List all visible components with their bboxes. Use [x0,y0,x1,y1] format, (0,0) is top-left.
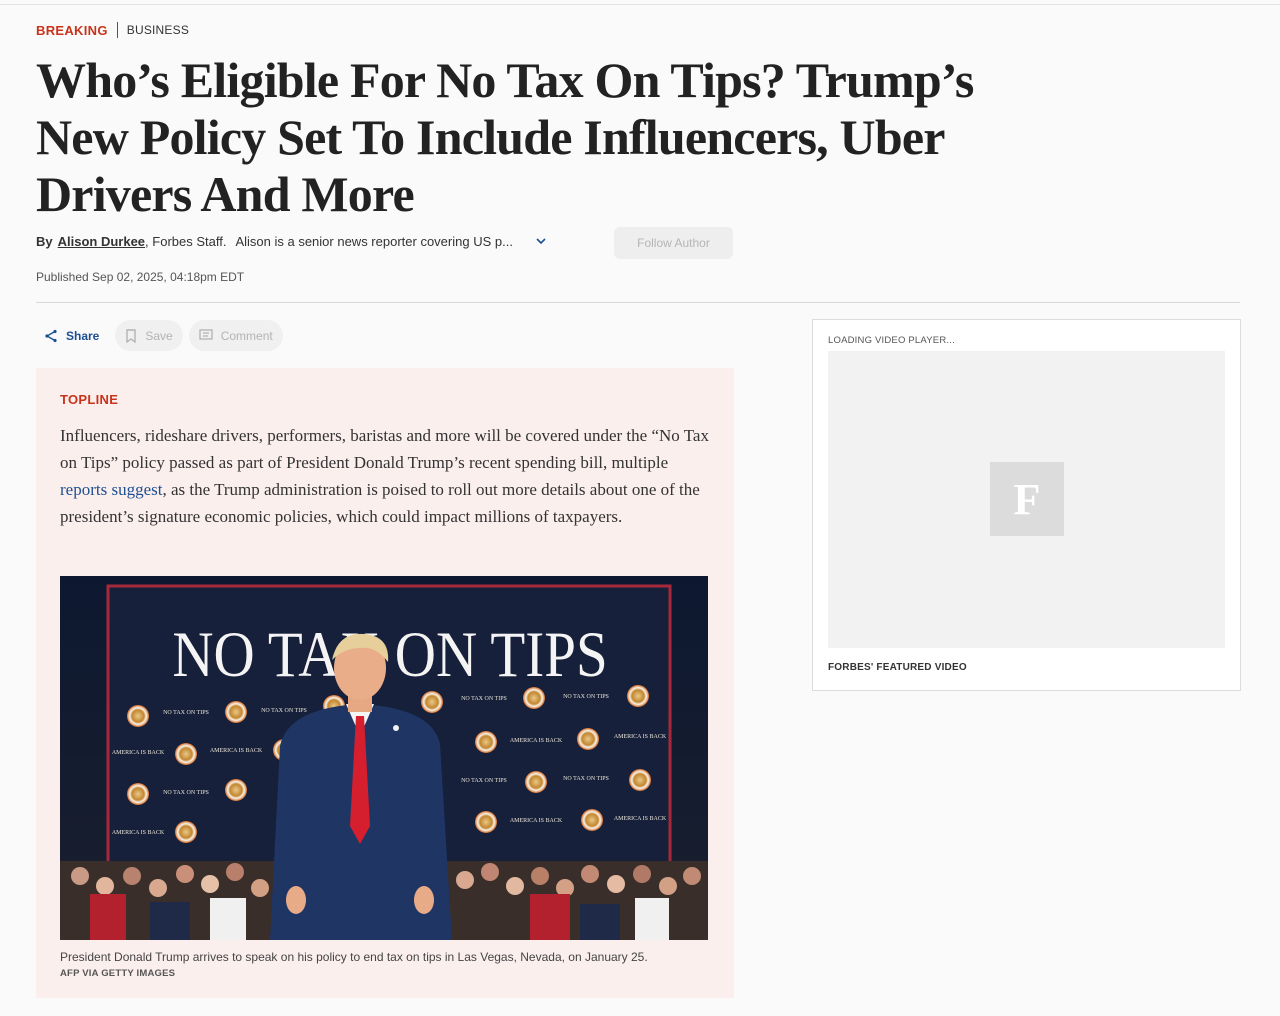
seal-label: NO TAX ON TIPS [461,696,507,702]
seal-label: NO TAX ON TIPS [163,710,209,716]
header-divider [36,302,1240,303]
seal-label: NO TAX ON TIPS [563,694,609,700]
chevron-down-icon[interactable] [535,236,547,248]
comment-icon [199,329,213,340]
share-icon [45,329,57,342]
author-link[interactable]: Alison Durkee [58,234,145,249]
seal-label: NO TAX ON TIPS [261,708,307,714]
topline-label: TOPLINE [60,392,119,407]
seal-label: NO TAX ON TIPS [461,778,507,784]
seal-label: AMERICA IS BACK [112,830,165,836]
trump-rally-image: NO TAX ON TIPS NO TAX ON TIPS NO TAX ON … [60,576,708,940]
topline-text: Influencers, rideshare drivers, performe… [60,422,712,530]
seal-label: AMERICA IS BACK [614,734,667,740]
comment-button[interactable]: Comment [188,320,283,351]
bookmark-icon [126,328,137,343]
byline: By Alison Durkee , Forbes Staff. Alison … [36,234,547,249]
seal-label: AMERICA IS BACK [112,750,165,756]
headline: Who’s Eligible For No Tax On Tips? Trump… [36,52,974,222]
seal-label: AMERICA IS BACK [210,748,263,754]
seal-label: NO TAX ON TIPS [563,776,609,782]
seal-label: AMERICA IS BACK [614,816,667,822]
category-divider [116,22,118,38]
video-player[interactable]: F [828,351,1225,648]
breaking-label[interactable]: BREAKING [36,23,108,38]
share-label: Share [66,328,100,343]
category-row: BREAKING BUSINESS [36,22,189,38]
featured-video-label: FORBES' FEATURED VIDEO [828,662,967,673]
reports-link[interactable]: reports suggest [60,480,162,499]
comment-label: Comment [220,328,273,343]
author-role: , Forbes Staff. [145,234,227,249]
photo-credit: AFP VIA GETTY IMAGES [60,968,176,979]
featured-video-card: LOADING VIDEO PLAYER... F FORBES' FEATUR… [812,319,1241,691]
seal-label: NO TAX ON TIPS [163,790,209,796]
sign-text: NO TAX ON TIPS [172,619,607,691]
seal-label: AMERICA IS BACK [510,818,563,824]
save-label: Save [145,328,173,343]
forbes-logo-icon: F [990,462,1064,536]
save-button[interactable]: Save [115,320,183,351]
topline-box: TOPLINE Influencers, rideshare drivers, … [36,368,734,998]
article-actions: Share Save Comment [36,320,289,351]
topline-text-start: Influencers, rideshare drivers, performe… [60,426,709,472]
business-category-link[interactable]: BUSINESS [127,23,189,37]
seal-label: AMERICA IS BACK [510,738,563,744]
video-loading-text: LOADING VIDEO PLAYER... [828,335,955,346]
author-bio: Alison is a senior news reporter coverin… [235,234,513,249]
top-border [0,4,1280,5]
article-photo: NO TAX ON TIPS NO TAX ON TIPS NO TAX ON … [60,576,708,940]
published-date: Published Sep 02, 2025, 04:18pm EDT [36,270,245,284]
article-page: BREAKING BUSINESS Who’s Eligible For No … [0,0,1280,1016]
share-button[interactable]: Share [36,320,109,351]
follow-author-button[interactable]: Follow Author [614,227,733,259]
photo-caption: President Donald Trump arrives to speak … [60,950,648,964]
byline-by: By [36,234,53,249]
